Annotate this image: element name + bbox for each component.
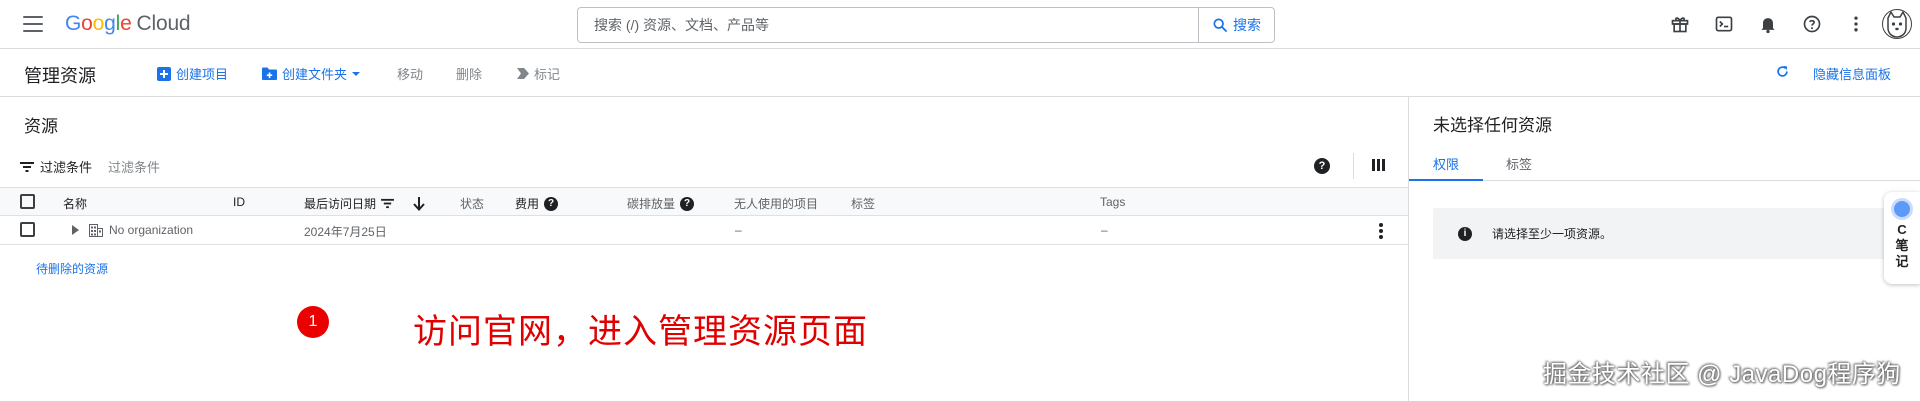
delete-button[interactable]: 删除 xyxy=(456,64,482,83)
active-tab-indicator xyxy=(1409,179,1483,181)
sort-filter-icon xyxy=(381,198,394,209)
column-display-icon[interactable] xyxy=(1372,159,1385,171)
create-folder-icon xyxy=(262,67,277,80)
action-bar: 管理资源 创建项目 创建文件夹 移动 删除 标记 隐藏信息面板 xyxy=(0,49,1920,97)
refresh-button[interactable] xyxy=(1775,64,1790,79)
info-message: 请选择至少一项资源。 xyxy=(1492,227,1613,241)
column-last-accessed[interactable]: 最后访问日期 xyxy=(304,195,425,212)
row-more-icon[interactable] xyxy=(1379,223,1383,239)
resource-name: No organization xyxy=(109,223,194,237)
avatar[interactable] xyxy=(1882,9,1912,39)
column-id[interactable]: ID xyxy=(233,195,245,209)
search-box: 搜索 xyxy=(577,7,1275,43)
expand-arrow-icon[interactable] xyxy=(72,225,79,235)
top-bar-icons xyxy=(1658,0,1920,48)
hide-info-panel-button[interactable]: 隐藏信息面板 xyxy=(1813,64,1891,83)
search-button-label: 搜索 xyxy=(1233,17,1261,33)
column-status[interactable]: 状态 xyxy=(460,195,484,212)
help-icon[interactable]: ? xyxy=(1314,158,1330,174)
search-input[interactable] xyxy=(578,8,1198,42)
google-cloud-logo[interactable]: Google Cloud xyxy=(65,12,191,36)
tab-labels[interactable]: 标签 xyxy=(1506,154,1532,173)
resource-name-cell[interactable]: No organization xyxy=(72,223,193,237)
organization-icon xyxy=(89,223,103,237)
last-accessed-cell: 2024年7月25日 xyxy=(304,225,387,239)
info-panel-tabs: 权限 标签 xyxy=(1409,145,1920,181)
filter-input[interactable]: 过滤条件 xyxy=(108,157,160,176)
refresh-icon xyxy=(1777,65,1788,77)
info-panel-title: 未选择任何资源 xyxy=(1433,116,1552,135)
hamburger-menu-icon[interactable] xyxy=(22,14,44,34)
label-icon xyxy=(517,68,529,79)
column-labels[interactable]: 标签 xyxy=(851,195,875,212)
bell-icon[interactable] xyxy=(1746,0,1790,48)
help-icon[interactable]: ? xyxy=(544,196,559,211)
search-button[interactable]: 搜索 xyxy=(1198,8,1274,42)
info-message-box: i 请选择至少一项资源。 xyxy=(1433,208,1903,259)
column-name[interactable]: 名称 xyxy=(63,195,87,212)
column-tags[interactable]: Tags xyxy=(1100,195,1125,209)
filter-icon xyxy=(20,161,34,172)
more-vert-icon[interactable] xyxy=(1834,0,1878,48)
table-row[interactable]: No organization 2024年7月25日 – – xyxy=(0,216,1408,245)
move-button[interactable]: 移动 xyxy=(397,64,423,83)
divider xyxy=(1353,153,1354,179)
help-icon[interactable] xyxy=(1790,0,1834,48)
arrow-down-icon xyxy=(413,196,425,211)
caret-down-icon xyxy=(352,71,361,76)
resources-panel: 资源 过滤条件 过滤条件 ? 名称 ID 最后访问日期 状态 费用 ? 碳排放量… xyxy=(0,97,1408,401)
step-badge: 1 xyxy=(297,306,329,338)
column-cost[interactable]: 费用 ? xyxy=(515,195,559,212)
create-project-button[interactable]: 创建项目 xyxy=(157,64,228,83)
info-icon: i xyxy=(1458,226,1472,241)
filter-label: 过滤条件 xyxy=(40,160,93,175)
top-bar: Google Cloud 搜索 xyxy=(0,0,1920,49)
help-icon[interactable]: ? xyxy=(680,196,695,211)
label-button[interactable]: 标记 xyxy=(517,64,560,83)
resources-title: 资源 xyxy=(24,117,58,136)
filter-bar[interactable]: 过滤条件 过滤条件 xyxy=(20,157,160,176)
annotation-text: 访问官网，进入管理资源页面 xyxy=(413,312,868,352)
chat-bubble-icon xyxy=(1891,198,1913,220)
row-checkbox[interactable] xyxy=(20,222,35,237)
search-icon xyxy=(1213,18,1227,32)
gift-icon[interactable] xyxy=(1658,0,1702,48)
terminal-icon[interactable] xyxy=(1702,0,1746,48)
tab-permissions[interactable]: 权限 xyxy=(1433,154,1459,173)
unattended-cell: – xyxy=(735,223,742,237)
note-widget-label: C 笔 记 xyxy=(1895,222,1909,269)
watermark: 掘金技术社区 @ JavaDog程序狗 xyxy=(1543,361,1901,388)
add-box-icon xyxy=(157,66,171,81)
column-carbon[interactable]: 碳排放量 ? xyxy=(627,195,695,212)
create-folder-button[interactable]: 创建文件夹 xyxy=(262,64,361,83)
table-header: 名称 ID 最后访问日期 状态 费用 ? 碳排放量 ? 无人使用的项目 标签 T… xyxy=(0,187,1408,216)
page-title: 管理资源 xyxy=(24,66,96,86)
select-all-checkbox[interactable] xyxy=(20,194,35,209)
tags-cell: – xyxy=(1101,223,1108,237)
column-unattended[interactable]: 无人使用的项目 xyxy=(734,195,818,212)
pending-delete-link[interactable]: 待删除的资源 xyxy=(36,260,108,277)
note-widget[interactable]: C 笔 记 xyxy=(1884,192,1920,284)
